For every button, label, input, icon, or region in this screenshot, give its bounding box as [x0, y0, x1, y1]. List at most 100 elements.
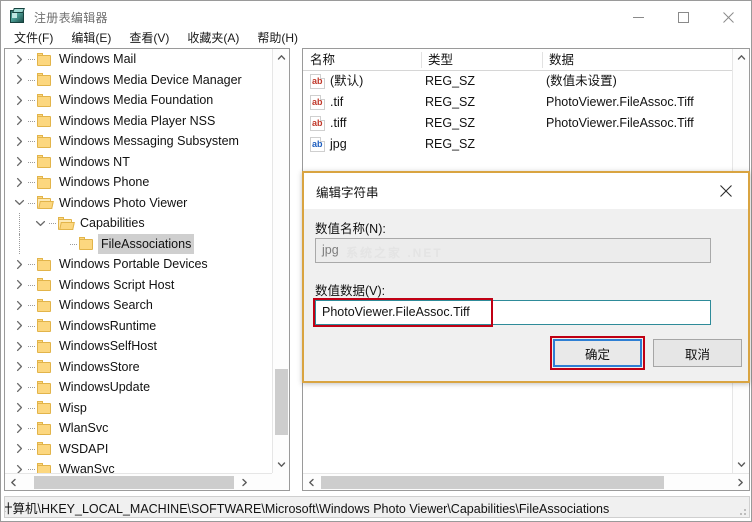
tree-item[interactable]: WindowsStore: [5, 357, 273, 378]
tree-horizontal-scrollbar[interactable]: [5, 473, 289, 490]
chevron-right-icon[interactable]: [11, 254, 28, 275]
chevron-right-icon[interactable]: [11, 418, 28, 439]
value-data-label: 数值数据(V):: [315, 280, 385, 299]
resize-grip[interactable]: [736, 505, 748, 517]
tree-item[interactable]: Capabilities: [5, 213, 273, 234]
tree-hscroll-thumb[interactable]: [34, 476, 234, 489]
tree-connector: [28, 172, 37, 193]
folder-icon: [79, 237, 94, 250]
chevron-right-icon[interactable]: [11, 336, 28, 357]
value-row[interactable]: .tiffREG_SZPhotoViewer.FileAssoc.Tiff: [303, 113, 749, 134]
tree-item[interactable]: Wisp: [5, 398, 273, 419]
chevron-right-icon[interactable]: [11, 131, 28, 152]
menu-view[interactable]: 查看(V): [120, 27, 178, 48]
menu-favorites[interactable]: 收藏夹(A): [178, 27, 248, 48]
tree-indent: [5, 90, 11, 111]
values-horizontal-scrollbar[interactable]: [303, 473, 749, 490]
tree-item[interactable]: Windows Photo Viewer: [5, 193, 273, 214]
chevron-right-icon[interactable]: [11, 439, 28, 460]
tree-item[interactable]: Windows Phone: [5, 172, 273, 193]
cancel-button[interactable]: 取消: [653, 339, 742, 367]
column-header-name[interactable]: 名称: [303, 49, 335, 71]
chevron-right-icon[interactable]: [11, 172, 28, 193]
values-scroll-right-arrow[interactable]: [732, 474, 749, 491]
chevron-right-icon[interactable]: [11, 111, 28, 132]
folder-icon: [37, 94, 52, 107]
values-scroll-down-arrow[interactable]: [733, 456, 750, 473]
tree-item[interactable]: FileAssociations: [5, 234, 273, 255]
menu-edit[interactable]: 编辑(E): [62, 27, 120, 48]
tree-item[interactable]: WlanSvc: [5, 418, 273, 439]
tree-indent: [5, 172, 11, 193]
chevron-right-icon[interactable]: [11, 459, 28, 473]
chevron-down-icon[interactable]: [32, 213, 49, 234]
tree-item[interactable]: WSDAPI: [5, 439, 273, 460]
tree-item[interactable]: Windows NT: [5, 152, 273, 173]
tree-item[interactable]: Windows Media Device Manager: [5, 70, 273, 91]
folder-icon: [37, 278, 52, 291]
tree-item-label: WindowsSelfHost: [56, 336, 160, 357]
values-scroll-up-arrow[interactable]: [733, 49, 750, 66]
values-scroll-left-arrow[interactable]: [303, 474, 320, 491]
tree-item[interactable]: WindowsRuntime: [5, 316, 273, 337]
chevron-down-icon[interactable]: [11, 193, 28, 214]
folder-icon: [37, 422, 52, 435]
chevron-right-icon[interactable]: [11, 49, 28, 70]
tree-item[interactable]: WindowsSelfHost: [5, 336, 273, 357]
chevron-right-icon[interactable]: [11, 398, 28, 419]
chevron-right-icon[interactable]: [11, 275, 28, 296]
tree-indent: [5, 111, 11, 132]
chevron-right-icon[interactable]: [11, 295, 28, 316]
tree-item[interactable]: Windows Search: [5, 295, 273, 316]
close-button[interactable]: [706, 1, 751, 33]
values-list[interactable]: (默认)REG_SZ(数值未设置).tifREG_SZPhotoViewer.F…: [303, 71, 749, 155]
column-header-data[interactable]: 数据: [542, 49, 574, 71]
tree-scroll-right-arrow[interactable]: [236, 474, 253, 491]
chevron-right-icon[interactable]: [11, 70, 28, 91]
tree-scroll-thumb[interactable]: [275, 369, 288, 435]
value-row[interactable]: jpg REG_SZ: [303, 134, 749, 155]
tree-indent: [5, 377, 11, 398]
tree-scroll-up-arrow[interactable]: [273, 49, 290, 66]
chevron-right-icon[interactable]: [11, 90, 28, 111]
maximize-button[interactable]: [661, 1, 706, 33]
tree-item[interactable]: Windows Messaging Subsystem: [5, 131, 273, 152]
tree-item[interactable]: Windows Media Foundation: [5, 90, 273, 111]
chevron-right-icon[interactable]: [11, 357, 28, 378]
chevron-right-icon[interactable]: [11, 152, 28, 173]
value-name: (默认): [330, 71, 363, 92]
tree-scroll-left-arrow[interactable]: [5, 474, 22, 491]
value-name: .tif: [330, 92, 343, 113]
value-data: PhotoViewer.FileAssoc.Tiff: [546, 92, 694, 113]
dialog-close-icon[interactable]: [704, 173, 748, 209]
tree-item[interactable]: Windows Script Host: [5, 275, 273, 296]
chevron-right-icon[interactable]: [11, 316, 28, 337]
value-name-text: jpg: [322, 243, 339, 257]
tree-item[interactable]: Windows Portable Devices: [5, 254, 273, 275]
folder-icon: [37, 360, 52, 373]
menu-help[interactable]: 帮助(H): [248, 27, 307, 48]
value-row[interactable]: (默认)REG_SZ(数值未设置): [303, 71, 749, 92]
tree-vertical-scrollbar[interactable]: [272, 49, 289, 473]
column-header-type[interactable]: 类型: [421, 49, 453, 71]
tree-item[interactable]: WwanSvc: [5, 459, 273, 473]
registry-tree[interactable]: Windows MailWindows Media Device Manager…: [5, 49, 273, 473]
value-type: REG_SZ: [425, 134, 475, 155]
value-row[interactable]: .tifREG_SZPhotoViewer.FileAssoc.Tiff: [303, 92, 749, 113]
tree-indent: [5, 439, 11, 460]
tree-item[interactable]: WindowsUpdate: [5, 377, 273, 398]
chevron-right-icon[interactable]: [11, 377, 28, 398]
annotation-box-ok-button: [550, 336, 645, 370]
tree-item-label: WindowsRuntime: [56, 316, 159, 337]
tree-item[interactable]: Windows Media Player NSS: [5, 111, 273, 132]
folder-icon: [37, 176, 52, 189]
tree-item-label: Windows Messaging Subsystem: [56, 131, 242, 152]
menu-file[interactable]: 文件(F): [5, 27, 62, 48]
tree-item-label: FileAssociations: [98, 234, 194, 255]
value-name: jpg: [330, 134, 347, 155]
values-hscroll-thumb[interactable]: [321, 476, 664, 489]
minimize-button[interactable]: [616, 1, 661, 33]
tree-connector: [28, 152, 37, 173]
tree-item[interactable]: Windows Mail: [5, 49, 273, 70]
tree-scroll-down-arrow[interactable]: [273, 456, 290, 473]
